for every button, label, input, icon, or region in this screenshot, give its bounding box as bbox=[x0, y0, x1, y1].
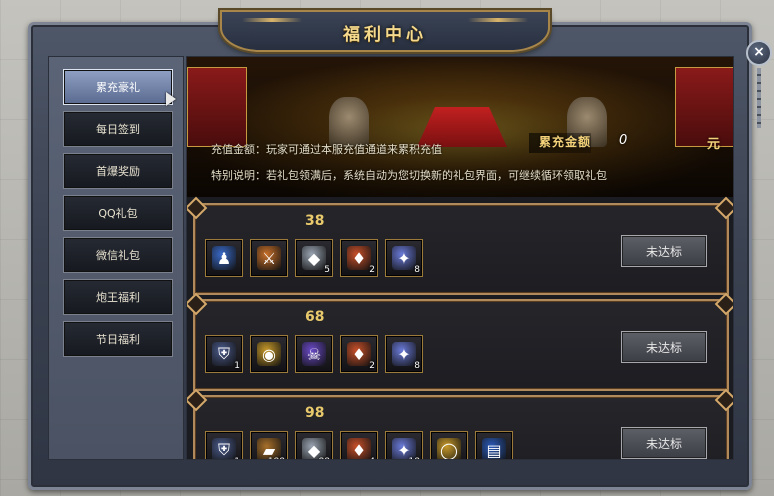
claim-status-button[interactable]: 未达标 bbox=[621, 235, 707, 267]
crystal-gem-icon: ✦ bbox=[392, 246, 416, 270]
reward-item-slot[interactable]: ◆ 5 bbox=[295, 239, 333, 277]
window-title: 福利中心 bbox=[343, 25, 427, 45]
item-count: 8 bbox=[414, 265, 420, 275]
sidebar-item-cumulative-recharge[interactable]: 累充豪礼 bbox=[63, 69, 173, 105]
item-count: 1 bbox=[234, 361, 240, 371]
sidebar-item-qq-gift[interactable]: QQ礼包 bbox=[63, 195, 173, 231]
sidebar-item-holiday[interactable]: 节日福利 bbox=[63, 321, 173, 357]
silver-ore-icon: ◆ bbox=[302, 246, 326, 270]
desc-special-note: 特别说明：若礼包领满后，系统自动为您切换新的礼包界面，可继续循环领取礼包 bbox=[211, 169, 607, 182]
item-count: 4 bbox=[369, 457, 375, 459]
fire-stone-icon: ♦ bbox=[347, 438, 371, 459]
gold-token-icon: ◉ bbox=[257, 342, 281, 366]
desc-recharge: 充值金额：玩家可通过本服充值通道来累积充值 bbox=[211, 143, 442, 156]
reward-item-list: ♟ ⚔ ◆ 5 ♦ 2 ✦ 8 bbox=[205, 239, 423, 277]
recharge-amount-value: 0 bbox=[619, 133, 628, 148]
reward-tier: 68 ⛨ 1 ◉ ☠ ♦ 2 ✦ 8 未达标 bbox=[193, 299, 729, 391]
blue-book-icon: ▤ bbox=[482, 438, 506, 459]
banner: 累充金额 0 元 充值金额：玩家可通过本服充值通道来累积充值 特别说明：若礼包领… bbox=[187, 57, 733, 197]
reward-tier: 38 ♟ ⚔ ◆ 5 ♦ 2 ✦ 8 未达标 bbox=[193, 203, 729, 295]
reward-item-slot[interactable]: ♟ bbox=[205, 239, 243, 277]
sidebar-item-first-drop[interactable]: 首爆奖励 bbox=[63, 153, 173, 189]
sidebar-item-wechat-gift[interactable]: 微信礼包 bbox=[63, 237, 173, 273]
close-button[interactable]: × bbox=[746, 40, 772, 66]
item-count: 5 bbox=[324, 265, 330, 275]
tier-amount: 98 bbox=[305, 405, 325, 421]
item-count: 2 bbox=[369, 361, 375, 371]
reward-item-slot[interactable]: ◉ bbox=[250, 335, 288, 373]
item-count: 8 bbox=[414, 361, 420, 371]
lion-statue-left bbox=[329, 97, 369, 147]
reward-item-slot[interactable]: ♦ 2 bbox=[340, 239, 378, 277]
reward-item-slot[interactable]: ⚔ bbox=[250, 239, 288, 277]
item-count: 2 bbox=[369, 265, 375, 275]
demon-mask-icon: ☠ bbox=[302, 342, 326, 366]
claim-status-button[interactable]: 未达标 bbox=[621, 331, 707, 363]
tier-amount: 38 bbox=[305, 213, 325, 229]
reward-item-slot[interactable]: ▤ bbox=[475, 431, 513, 459]
reward-tier: 98⛨1▰188◆88♦4✦18◯▤未达标 bbox=[193, 395, 729, 459]
item-count: 1 bbox=[234, 457, 240, 459]
fire-stone-icon: ♦ bbox=[347, 246, 371, 270]
reward-item-slot[interactable]: ✦ 8 bbox=[385, 239, 423, 277]
reward-item-slot[interactable]: ✦ 8 bbox=[385, 335, 423, 373]
item-count: 18 bbox=[409, 457, 420, 459]
mouse-cursor-icon bbox=[166, 92, 176, 106]
warrior-figure-icon: ⚔ bbox=[257, 246, 281, 270]
armor-helmet-icon: ⛨ bbox=[212, 342, 236, 366]
reward-item-slot[interactable]: ⛨1 bbox=[205, 335, 243, 373]
mage-figure-icon: ♟ bbox=[212, 246, 236, 270]
armor-helmet-icon: ⛨ bbox=[212, 438, 236, 459]
title-plate: 福利中心 bbox=[220, 10, 550, 52]
crystal-gem-icon: ✦ bbox=[392, 342, 416, 366]
content-panel: 累充金额 0 元 充值金额：玩家可通过本服充值通道来累积充值 特别说明：若礼包领… bbox=[186, 56, 734, 460]
red-banner-left bbox=[187, 67, 247, 147]
reward-item-slot[interactable]: ◆88 bbox=[295, 431, 333, 459]
reward-item-slot[interactable]: ✦18 bbox=[385, 431, 423, 459]
reward-item-slot[interactable]: ⛨1 bbox=[205, 431, 243, 459]
sidebar: 累充豪礼 每日签到 首爆奖励 QQ礼包 微信礼包 炮王福利 节日福利 bbox=[48, 56, 184, 460]
reward-item-slot[interactable]: ♦4 bbox=[340, 431, 378, 459]
reward-item-list: ⛨ 1 ◉ ☠ ♦ 2 ✦ 8 bbox=[205, 335, 423, 373]
gold-ring-icon: ◯ bbox=[437, 438, 461, 459]
fire-stone-icon: ♦ bbox=[347, 342, 371, 366]
reward-item-list: ⛨1▰188◆88♦4✦18◯▤ bbox=[205, 431, 513, 459]
tier-amount: 68 bbox=[305, 309, 325, 325]
reward-item-slot[interactable]: ◯ bbox=[430, 431, 468, 459]
sidebar-item-cannon-king[interactable]: 炮王福利 bbox=[63, 279, 173, 315]
recharge-amount-label: 累充金额 bbox=[529, 133, 592, 153]
item-count: 188 bbox=[268, 457, 285, 459]
reward-item-slot[interactable]: ♦ 2 bbox=[340, 335, 378, 373]
sidebar-item-daily-signin[interactable]: 每日签到 bbox=[63, 111, 173, 147]
close-chain-decoration bbox=[757, 68, 761, 128]
item-count: 88 bbox=[319, 457, 330, 459]
reward-item-slot[interactable]: ▰188 bbox=[250, 431, 288, 459]
recharge-amount-unit: 元 bbox=[707, 137, 721, 152]
claim-status-button[interactable]: 未达标 bbox=[621, 427, 707, 459]
reward-item-slot[interactable]: ☠ bbox=[295, 335, 333, 373]
